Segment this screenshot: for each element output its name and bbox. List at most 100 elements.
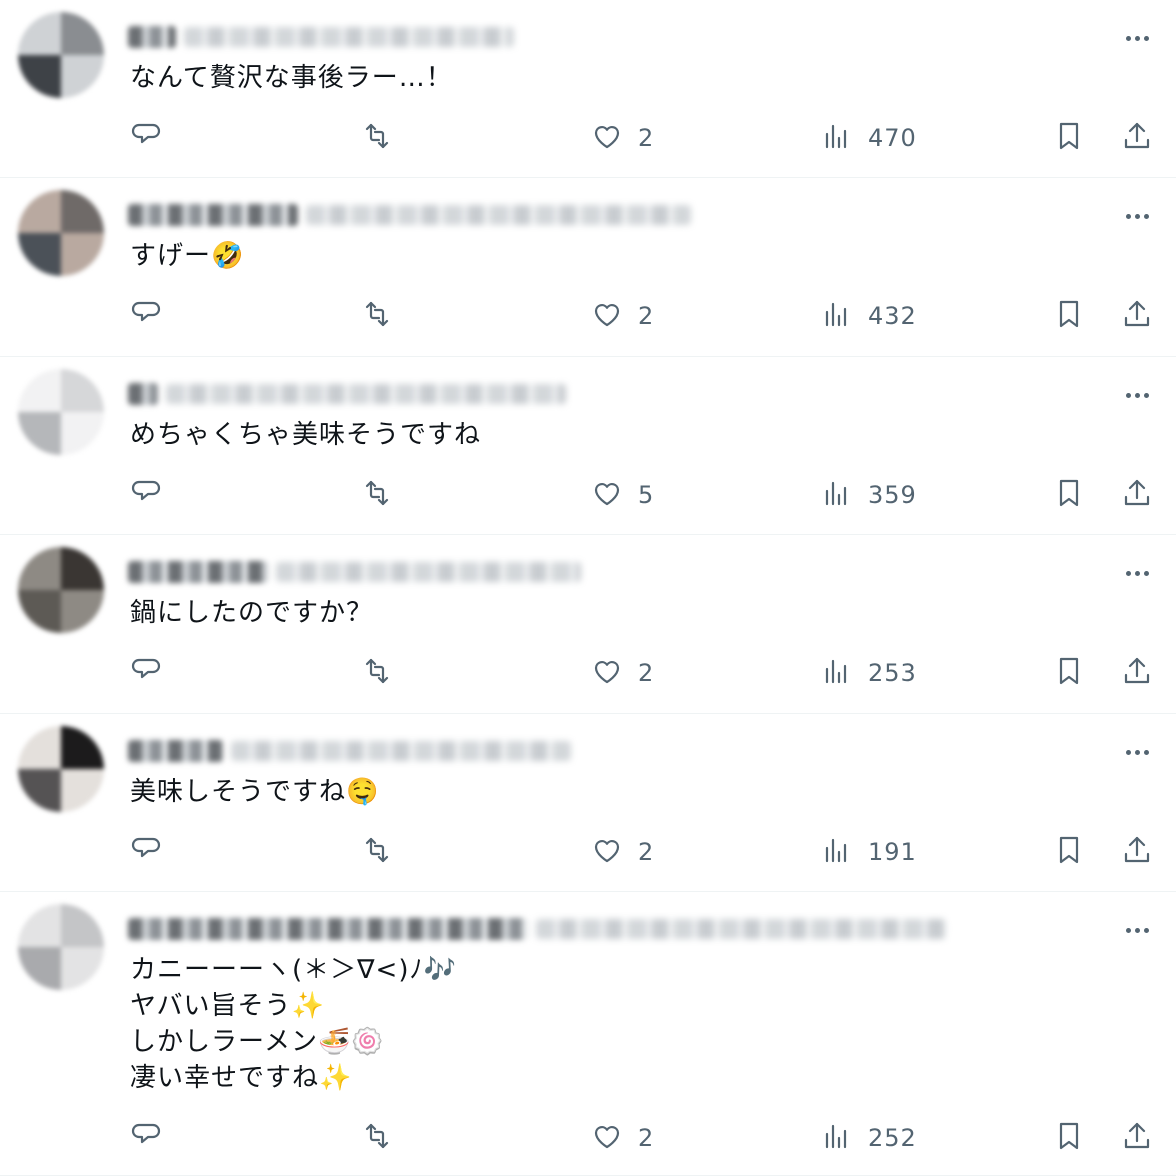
reply-header-redacted [128, 24, 514, 50]
reply-item[interactable]: カニーーーヽ(＊＞∇<)ﾉ🎶 ヤバい旨そう✨ しかしラーメン🍜🍥 凄い幸せですね… [0, 892, 1176, 1176]
like-button[interactable]: 2 [590, 1118, 654, 1158]
more-dots-icon[interactable] [1120, 918, 1154, 942]
reply-text: 鍋にしたのですか？ [130, 598, 374, 628]
reply-text: めちゃくちゃ美味そうですね [130, 420, 482, 450]
repost-button[interactable] [360, 1118, 394, 1158]
action-bar: 2 252 [0, 1118, 1176, 1158]
bookmark-button[interactable] [1052, 1118, 1086, 1158]
share-button[interactable] [1120, 832, 1154, 872]
like-button[interactable]: 2 [590, 832, 654, 872]
reply-item[interactable]: 美味しそうですね🤤 2 191 [0, 714, 1176, 892]
reply-button[interactable] [130, 832, 164, 872]
bookmark-button[interactable] [1052, 296, 1086, 336]
more-dots-icon[interactable] [1120, 561, 1154, 585]
avatar[interactable] [18, 12, 104, 98]
bookmark-button[interactable] [1052, 118, 1086, 158]
reply-bubble-icon [130, 833, 164, 871]
repost-button[interactable] [360, 296, 394, 336]
action-bar: 5 359 [0, 475, 1176, 515]
view-count: 253 [868, 659, 917, 687]
heart-icon [590, 654, 624, 692]
bookmark-icon [1052, 1119, 1086, 1157]
reply-button[interactable] [130, 296, 164, 336]
redacted-display-name[interactable] [128, 383, 158, 405]
repost-icon [360, 297, 394, 335]
reply-button[interactable] [130, 118, 164, 158]
action-bar: 2 470 [0, 118, 1176, 158]
reply-header-redacted [128, 916, 946, 942]
avatar[interactable] [18, 369, 104, 455]
redacted-handle-and-date[interactable] [184, 27, 514, 47]
share-button[interactable] [1120, 118, 1154, 158]
bookmark-button[interactable] [1052, 653, 1086, 693]
analytics-icon [820, 1119, 854, 1157]
more-dots-icon[interactable] [1120, 204, 1154, 228]
like-button[interactable]: 2 [590, 118, 654, 158]
view-count: 359 [868, 481, 917, 509]
analytics-icon [820, 833, 854, 871]
bookmark-icon [1052, 833, 1086, 871]
reply-item[interactable]: めちゃくちゃ美味そうですね 5 359 [0, 357, 1176, 535]
bookmark-button[interactable] [1052, 832, 1086, 872]
share-icon [1120, 833, 1154, 871]
avatar[interactable] [18, 726, 104, 812]
reply-button[interactable] [130, 475, 164, 515]
avatar[interactable] [18, 547, 104, 633]
repost-button[interactable] [360, 832, 394, 872]
repost-button[interactable] [360, 475, 394, 515]
reply-item[interactable]: 鍋にしたのですか？ 2 253 [0, 535, 1176, 714]
like-button[interactable]: 2 [590, 296, 654, 336]
views-button[interactable]: 470 [820, 118, 917, 158]
avatar[interactable] [18, 904, 104, 990]
reply-header-redacted [128, 559, 581, 585]
redacted-handle-and-date[interactable] [231, 741, 571, 761]
more-dots-icon[interactable] [1120, 740, 1154, 764]
redacted-handle-and-date[interactable] [166, 384, 566, 404]
reply-text: すげー🤣 [130, 241, 245, 271]
redacted-display-name[interactable] [128, 561, 268, 583]
like-count: 2 [638, 659, 655, 687]
views-button[interactable]: 191 [820, 832, 917, 872]
reply-button[interactable] [130, 653, 164, 693]
share-button[interactable] [1120, 1118, 1154, 1158]
share-button[interactable] [1120, 296, 1154, 336]
more-dots-icon[interactable] [1120, 26, 1154, 50]
reply-item[interactable]: すげー🤣 2 432 [0, 178, 1176, 357]
repost-button[interactable] [360, 653, 394, 693]
heart-icon [590, 297, 624, 335]
action-bar: 2 253 [0, 653, 1176, 693]
bookmark-button[interactable] [1052, 475, 1086, 515]
views-button[interactable]: 432 [820, 296, 917, 336]
redacted-handle-and-date[interactable] [276, 562, 581, 582]
reply-bubble-icon [130, 119, 164, 157]
redacted-handle-and-date[interactable] [536, 919, 946, 939]
analytics-icon [820, 476, 854, 514]
avatar[interactable] [18, 190, 104, 276]
redacted-display-name[interactable] [128, 204, 298, 226]
redacted-display-name[interactable] [128, 740, 223, 762]
views-button[interactable]: 253 [820, 653, 917, 693]
reply-button[interactable] [130, 1118, 164, 1158]
redacted-display-name[interactable] [128, 918, 528, 940]
reply-item[interactable]: なんて贅沢な事後ラー…！ 2 470 [0, 0, 1176, 178]
like-button[interactable]: 5 [590, 475, 654, 515]
share-button[interactable] [1120, 653, 1154, 693]
reply-header-redacted [128, 738, 571, 764]
views-button[interactable]: 359 [820, 475, 917, 515]
reply-bubble-icon [130, 1119, 164, 1157]
bookmark-icon [1052, 297, 1086, 335]
reply-bubble-icon [130, 476, 164, 514]
share-button[interactable] [1120, 475, 1154, 515]
like-button[interactable]: 2 [590, 653, 654, 693]
views-button[interactable]: 252 [820, 1118, 917, 1158]
reply-header-redacted [128, 202, 691, 228]
redacted-handle-and-date[interactable] [306, 205, 691, 225]
view-count: 252 [868, 1124, 917, 1152]
reply-text: 美味しそうですね🤤 [130, 777, 380, 807]
share-icon [1120, 297, 1154, 335]
repost-button[interactable] [360, 118, 394, 158]
heart-icon [590, 833, 624, 871]
more-dots-icon[interactable] [1120, 383, 1154, 407]
redacted-display-name[interactable] [128, 26, 176, 48]
reply-text: カニーーーヽ(＊＞∇<)ﾉ🎶 ヤバい旨そう✨ しかしラーメン🍜🍥 凄い幸せですね… [130, 955, 457, 1093]
